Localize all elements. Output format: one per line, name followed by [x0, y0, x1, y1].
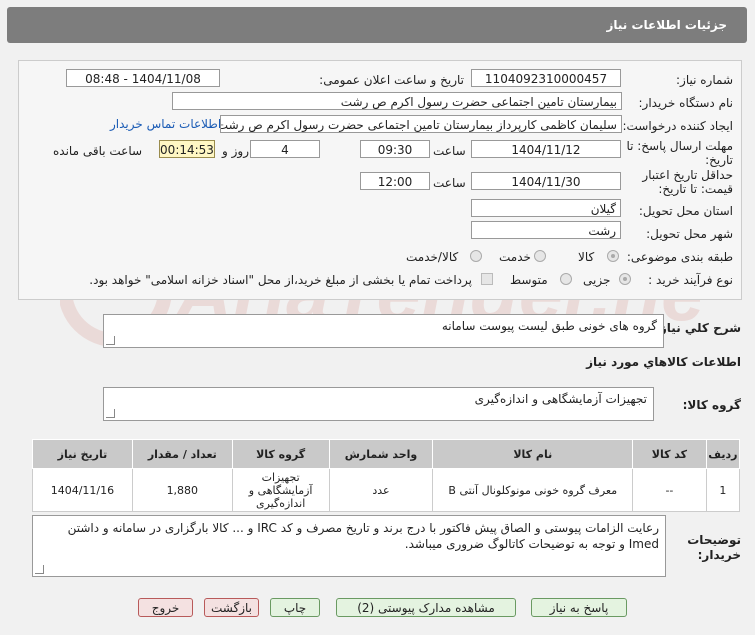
exit-button[interactable]: خروج	[138, 598, 193, 617]
price-validity-time-label: ساعت	[433, 176, 466, 190]
view-attachments-button[interactable]: مشاهده مدارک پیوستی (2)	[336, 598, 516, 617]
requester-label: ایجاد کننده درخواست:	[622, 119, 733, 133]
price-validity-label-2: قیمت: تا تاریخ:	[658, 182, 733, 196]
treasury-payment-note: پرداخت تمام یا بخشی از مبلغ خرید،از محل …	[89, 273, 472, 287]
cell-unit: عدد	[328, 468, 434, 512]
category-radio-goods[interactable]	[607, 250, 619, 262]
col-header-qty: تعداد / مقدار	[131, 439, 233, 469]
reply-deadline-time-field: 09:30	[360, 140, 430, 158]
buyer-contact-link[interactable]: اطلاعات تماس خریدار	[110, 117, 221, 131]
resize-grip-icon[interactable]	[106, 409, 115, 418]
col-header-code: کد کالا	[632, 439, 707, 469]
col-header-name: نام کالا	[432, 439, 634, 469]
price-validity-label: حداقل تاریخ اعتبار	[642, 168, 733, 182]
table-header-row: ردیف کد کالا نام کالا واحد شمارش گروه کا…	[32, 439, 741, 469]
announce-datetime-label: تاریخ و ساعت اعلان عمومی:	[319, 73, 464, 87]
delivery-province-label: استان محل تحویل:	[638, 204, 733, 218]
col-header-date: تاریخ نیاز	[32, 439, 133, 469]
summary-textarea: گروه های خونی طبق لیست پیوست سامانه	[103, 314, 664, 348]
cell-code: --	[632, 468, 707, 512]
reply-deadline-label-2: تاریخ:	[705, 153, 733, 167]
reply-deadline-label: مهلت ارسال پاسخ: تا	[626, 139, 733, 153]
purchase-process-label: نوع فرآیند خرید :	[648, 273, 733, 287]
goods-table: ردیف کد کالا نام کالا واحد شمارش گروه کا…	[32, 439, 741, 512]
page-title: جزئیات اطلاعات نیاز	[606, 18, 727, 32]
buyer-notes-textarea: رعایت الزامات پیوستی و الصاق پیش فاکتور …	[32, 515, 666, 577]
announce-datetime-field: 1404/11/08 - 08:48	[66, 69, 220, 87]
treasury-payment-checkbox[interactable]	[481, 273, 493, 285]
delivery-province-field: گیلان	[471, 199, 621, 217]
buyer-org-label: نام دستگاه خریدار:	[638, 96, 734, 110]
category-option-service: خدمت	[499, 250, 531, 264]
price-validity-date-field: 1404/11/30	[471, 172, 621, 190]
cell-qty: 1,880	[131, 468, 233, 512]
buyer-notes-text: رعایت الزامات پیوستی و الصاق پیش فاکتور …	[67, 521, 659, 551]
delivery-city-label: شهر محل تحویل:	[646, 227, 733, 241]
days-label: روز و	[222, 144, 249, 158]
buyer-org-field: بیمارستان تامین اجتماعی حضرت رسول اکرم ص…	[172, 92, 622, 110]
category-label: طبقه بندی موضوعی:	[626, 250, 733, 264]
category-option-goods-service: کالا/خدمت	[406, 250, 459, 264]
goods-group-text: تجهیزات آزمایشگاهی و اندازه‌گیری	[474, 392, 647, 406]
table-row: 1 -- معرف گروه خونی مونوکلونال آنتی B عد…	[32, 468, 741, 512]
summary-label: شرح کلي نياز:	[655, 321, 741, 335]
process-option-medium: متوسط	[510, 273, 548, 287]
col-header-unit: واحد شمارش	[328, 439, 434, 469]
process-option-minor: جزیی	[583, 273, 611, 287]
reply-time-label: ساعت	[433, 144, 466, 158]
process-radio-medium[interactable]	[560, 273, 572, 285]
col-header-row: ردیف	[705, 439, 741, 469]
need-number-label: شماره نیاز:	[676, 73, 733, 87]
page-header: جزئیات اطلاعات نیاز	[7, 7, 747, 43]
col-header-group: گروه کالا	[231, 439, 330, 469]
resize-grip-icon[interactable]	[106, 336, 115, 345]
cell-name: معرف گروه خونی مونوکلونال آنتی B	[432, 468, 634, 512]
remaining-time-field: 00:14:53	[159, 140, 215, 158]
category-radio-goods-service[interactable]	[470, 250, 482, 262]
category-radio-service[interactable]	[534, 250, 546, 262]
requester-field: سلیمان کاظمی کارپرداز بیمارستان تامین اج…	[220, 115, 622, 133]
cell-date: 1404/11/16	[32, 468, 133, 512]
print-button[interactable]: چاپ	[270, 598, 320, 617]
goods-info-title: اطلاعات کالاهاي مورد نياز	[586, 355, 741, 369]
goods-group-textarea: تجهیزات آزمایشگاهی و اندازه‌گیری	[103, 387, 654, 421]
remaining-time-label: ساعت باقی مانده	[53, 144, 143, 158]
back-button[interactable]: بازگشت	[204, 598, 259, 617]
summary-text: گروه های خونی طبق لیست پیوست سامانه	[441, 319, 657, 333]
remaining-days-field: 4	[250, 140, 320, 158]
need-number-field: 1104092310000457	[471, 69, 621, 87]
process-radio-minor[interactable]	[619, 273, 631, 285]
price-validity-time-field: 12:00	[360, 172, 430, 190]
category-option-goods: کالا	[578, 250, 595, 264]
goods-table-container: ردیف کد کالا نام کالا واحد شمارش گروه کا…	[32, 439, 741, 512]
resize-grip-icon[interactable]	[35, 565, 44, 574]
buyer-notes-label-2: خریدار:	[697, 548, 741, 562]
reply-deadline-date-field: 1404/11/12	[471, 140, 621, 158]
cell-row: 1	[705, 468, 741, 512]
buyer-notes-label: توضیحات	[687, 533, 741, 547]
cell-group: تجهیزات آزمایشگاهی و اندازه‌گیری	[231, 468, 330, 512]
delivery-city-field: رشت	[471, 221, 621, 239]
reply-to-need-button[interactable]: پاسخ به نیاز	[531, 598, 627, 617]
goods-group-label: گروه کالا:	[682, 398, 741, 412]
